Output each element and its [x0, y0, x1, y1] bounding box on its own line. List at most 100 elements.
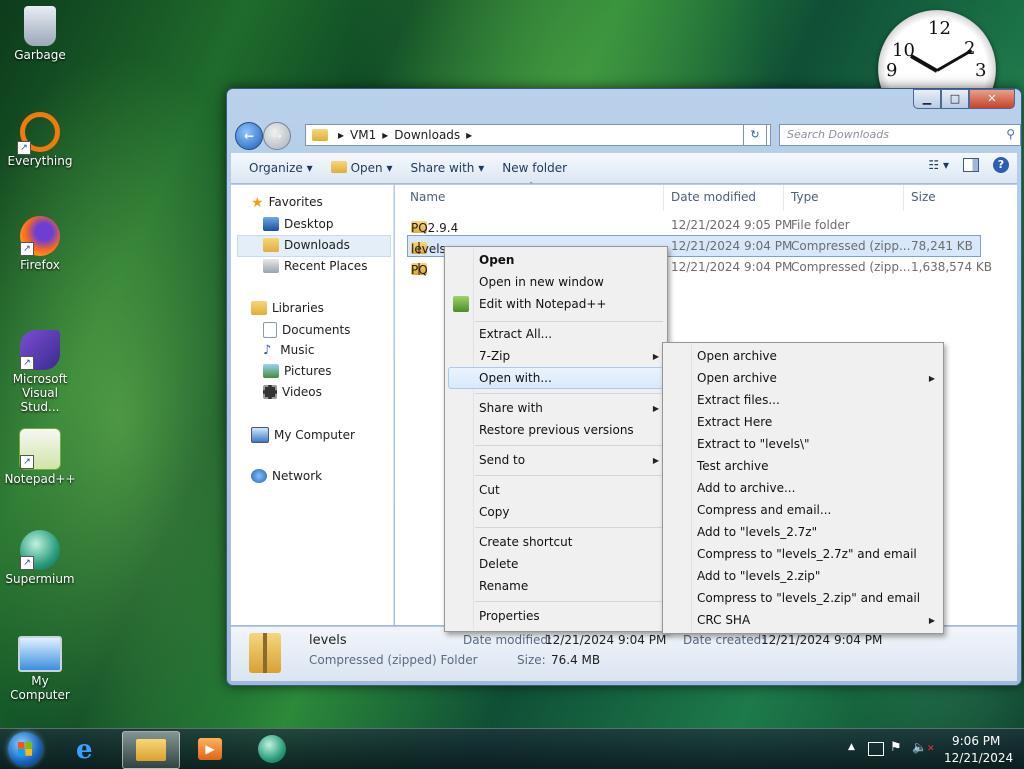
- view-options-icon[interactable]: ☷ ▾: [928, 158, 949, 172]
- preview-pane-icon[interactable]: [963, 158, 979, 172]
- menu-item-edit-notepadpp[interactable]: Edit with Notepad++: [479, 297, 606, 311]
- desktop-icon-everything[interactable]: ↗ Everything: [4, 112, 76, 168]
- submenu-item[interactable]: Extract to "levels\": [697, 437, 810, 451]
- menu-item-send-to[interactable]: Send to: [479, 453, 525, 467]
- taskbar-explorer[interactable]: [122, 731, 180, 769]
- menu-item-delete[interactable]: Delete: [479, 557, 518, 571]
- minimize-button[interactable]: ▁: [913, 89, 941, 109]
- menu-item-open[interactable]: Open: [479, 253, 514, 267]
- breadcrumb-root-arrow[interactable]: ▸: [338, 128, 344, 142]
- search-icon[interactable]: ⚲: [1006, 127, 1015, 141]
- recent-places-icon: [263, 259, 279, 273]
- shortcut-arrow-icon: ↗: [20, 242, 34, 256]
- desktop-icon-supermium[interactable]: ↗ Supermium: [4, 530, 76, 586]
- submenu-item[interactable]: Compress and email...: [697, 503, 831, 517]
- menu-item-open-new-window[interactable]: Open in new window: [479, 275, 604, 289]
- nav-documents[interactable]: Documents: [263, 322, 350, 338]
- breadcrumb-downloads[interactable]: Downloads: [394, 128, 460, 142]
- menu-item-create-shortcut[interactable]: Create shortcut: [479, 535, 572, 549]
- nav-libraries[interactable]: Libraries: [251, 301, 324, 315]
- desktop-icon-notepadpp[interactable]: ↗ Notepad++: [4, 428, 76, 486]
- desktop-icon-firefox[interactable]: ↗ Firefox: [4, 216, 76, 272]
- submenu-arrow-icon: ▶: [928, 374, 935, 383]
- nav-my-computer[interactable]: My Computer: [251, 427, 355, 443]
- action-center-flag-icon[interactable]: ⚑: [890, 740, 902, 755]
- forward-button[interactable]: →: [263, 122, 291, 150]
- clock-date[interactable]: 12/21/2024: [944, 751, 1013, 765]
- sort-indicator-icon: ˆ: [529, 182, 534, 192]
- submenu-item[interactable]: Open archive: [697, 371, 777, 385]
- desktop-icon-garbage[interactable]: Garbage: [4, 6, 76, 62]
- nav-network[interactable]: Network: [251, 469, 322, 483]
- clock-numeral: 12: [928, 18, 951, 39]
- star-icon: ★: [251, 195, 264, 211]
- breadcrumb-arrow[interactable]: ▸: [466, 128, 472, 142]
- clock-time[interactable]: 9:06 PM: [952, 734, 1000, 748]
- submenu-item[interactable]: Compress to "levels_2.7z" and email: [697, 547, 917, 561]
- desktop-icon-my-computer[interactable]: My Computer: [4, 636, 76, 702]
- close-button[interactable]: ✕: [969, 89, 1015, 109]
- breadcrumb-arrow[interactable]: ▸: [382, 128, 388, 142]
- nav-recent-places[interactable]: Recent Places: [263, 259, 367, 273]
- menu-item-properties[interactable]: Properties: [479, 609, 540, 623]
- menu-item-copy[interactable]: Copy: [479, 505, 509, 519]
- submenu-item[interactable]: Compress to "levels_2.zip" and email: [697, 591, 920, 605]
- menu-separator: [475, 527, 663, 528]
- submenu-item[interactable]: Extract files...: [697, 393, 780, 407]
- column-header-date-modified[interactable]: Date modified: [671, 190, 756, 204]
- breadcrumb-vm1[interactable]: VM1: [350, 128, 376, 142]
- submenu-item[interactable]: Add to "levels_2.7z": [697, 525, 817, 539]
- volume-muted-icon[interactable]: 🔈✕: [912, 740, 935, 754]
- maximize-button[interactable]: □: [941, 89, 969, 109]
- network-tray-icon[interactable]: [868, 742, 884, 756]
- refresh-button[interactable]: ↻: [743, 124, 767, 146]
- submenu-item[interactable]: Extract Here: [697, 415, 772, 429]
- taskbar-supermium[interactable]: [244, 731, 300, 767]
- help-icon[interactable]: ?: [993, 157, 1009, 173]
- open-button[interactable]: Open ▾: [330, 161, 393, 175]
- tray-chevron-icon[interactable]: ▲: [848, 742, 855, 752]
- taskbar-internet-explorer[interactable]: e: [62, 731, 118, 767]
- nav-downloads[interactable]: Downloads: [263, 238, 350, 252]
- share-with-button[interactable]: Share with ▾: [411, 161, 485, 175]
- nav-label: Network: [272, 469, 323, 483]
- nav-label: Favorites: [268, 195, 323, 209]
- address-bar[interactable]: ▸ VM1 ▸ Downloads ▸: [305, 124, 771, 146]
- desktop-icon-visual-studio[interactable]: ↗ Microsoft Visual Stud...: [4, 330, 76, 414]
- caption-buttons: ▁ □ ✕: [913, 89, 1015, 109]
- taskbar-media-player[interactable]: ▶: [182, 731, 238, 767]
- column-header-size[interactable]: Size: [911, 190, 936, 204]
- nav-favorites[interactable]: ★ Favorites: [251, 195, 323, 211]
- submenu-item[interactable]: Open archive: [697, 349, 777, 363]
- back-button[interactable]: ←: [235, 122, 263, 150]
- submenu-item[interactable]: Add to archive...: [697, 481, 795, 495]
- nav-pictures[interactable]: Pictures: [263, 364, 332, 378]
- table-row[interactable]: PQ2.9.4 12/21/2024 9:05 PM File folder: [407, 215, 979, 235]
- submenu-item[interactable]: CRC SHA: [697, 613, 750, 627]
- organize-button[interactable]: Organize ▾: [249, 161, 313, 175]
- submenu-arrow-icon: ▶: [928, 616, 935, 625]
- submenu-item[interactable]: Add to "levels_2.zip": [697, 569, 820, 583]
- pictures-icon: [263, 364, 279, 378]
- start-button[interactable]: [8, 732, 42, 766]
- nav-music[interactable]: ♪ Music: [263, 343, 314, 358]
- nav-videos[interactable]: Videos: [263, 385, 322, 399]
- menu-item-rename[interactable]: Rename: [479, 579, 528, 593]
- menu-item-restore-previous-versions[interactable]: Restore previous versions: [479, 423, 634, 437]
- details-name: levels: [309, 633, 347, 648]
- menu-item-extract-all[interactable]: Extract All...: [479, 327, 552, 341]
- menu-item-share-with[interactable]: Share with: [479, 401, 543, 415]
- submenu-arrow-icon: ▶: [652, 352, 659, 361]
- desktop-icon-label: My Computer: [10, 674, 70, 702]
- menu-item-open-with[interactable]: Open with...: [479, 371, 552, 385]
- submenu-item[interactable]: Test archive: [697, 459, 769, 473]
- column-header-type[interactable]: Type: [791, 190, 819, 204]
- nav-desktop[interactable]: Desktop: [263, 217, 334, 231]
- documents-icon: [263, 322, 277, 338]
- search-box[interactable]: Search Downloads ⚲: [779, 124, 1021, 146]
- menu-item-cut[interactable]: Cut: [479, 483, 500, 497]
- menu-item-7zip[interactable]: 7-Zip: [479, 349, 510, 363]
- new-folder-button[interactable]: New folder: [502, 161, 567, 175]
- computer-icon: [251, 427, 269, 443]
- column-header-name[interactable]: Name: [410, 190, 445, 204]
